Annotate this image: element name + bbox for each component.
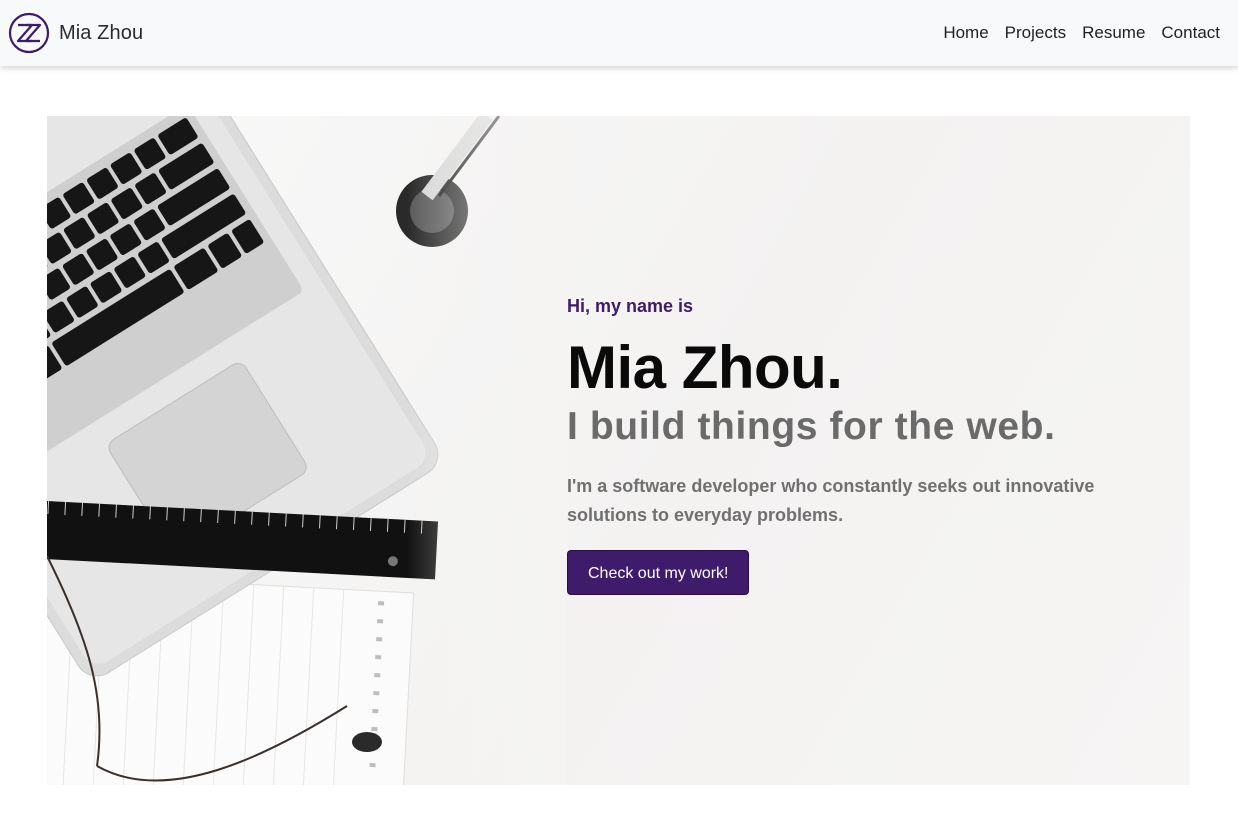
check-out-work-button[interactable]: Check out my work! bbox=[567, 550, 750, 595]
hero-name: Mia Zhou. bbox=[567, 334, 843, 401]
desk-flatlay-laptop-image bbox=[47, 116, 567, 785]
brand-link[interactable]: Mia Zhou bbox=[8, 12, 143, 54]
brand-name: Mia Zhou bbox=[59, 21, 144, 44]
nav-link-home[interactable]: Home bbox=[943, 23, 988, 43]
hero-description: I'm a software developer who constantly … bbox=[567, 476, 1095, 525]
hero-greeting: Hi, my name is bbox=[567, 296, 694, 316]
hero-tagline: I build things for the web. bbox=[567, 405, 1056, 448]
nav-link-resume[interactable]: Resume bbox=[1082, 23, 1145, 43]
nav-link-projects[interactable]: Projects bbox=[1005, 23, 1066, 43]
zz-monogram-icon bbox=[8, 12, 50, 54]
nav-link-contact[interactable]: Contact bbox=[1161, 23, 1220, 43]
nav-links: Home Projects Resume Contact bbox=[927, 0, 1220, 66]
hero-text: Hi, my name is Mia Zhou. I build things … bbox=[567, 296, 1167, 595]
navbar: Mia Zhou Home Projects Resume Contact bbox=[0, 0, 1238, 66]
hero-section: Hi, my name is Mia Zhou. I build things … bbox=[47, 116, 1190, 785]
